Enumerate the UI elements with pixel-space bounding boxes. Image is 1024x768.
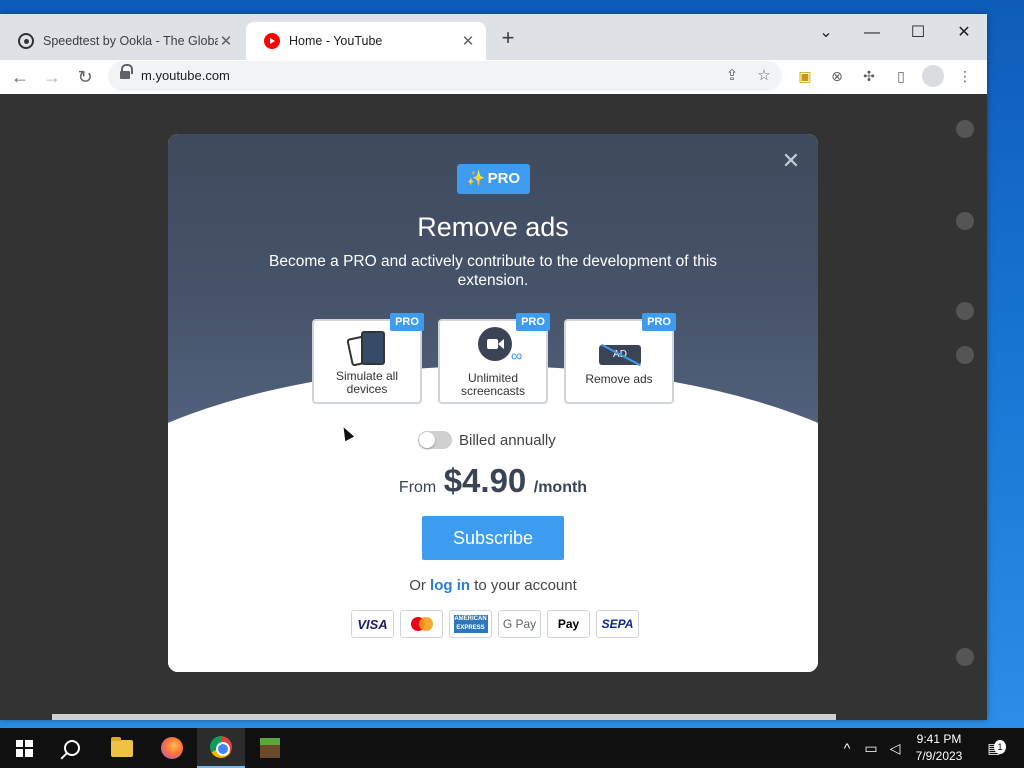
- tab-title: Speedtest by Ookla - The Global: [43, 34, 218, 48]
- video-camera-icon: [478, 327, 512, 361]
- forward-button[interactable]: →: [38, 63, 66, 91]
- firefox-button[interactable]: [148, 728, 196, 768]
- horizontal-scrollbar[interactable]: [52, 714, 836, 720]
- chrome-button[interactable]: [197, 728, 245, 768]
- reload-button[interactable]: ↻: [71, 63, 99, 91]
- tray-overflow-chevron-icon[interactable]: ^: [838, 728, 856, 768]
- toggle-knob: [419, 432, 435, 448]
- billing-label: Billed annually: [459, 432, 556, 449]
- infinity-icon: ∞: [511, 348, 523, 365]
- bookmark-star-icon[interactable]: ☆: [754, 66, 774, 86]
- subscribe-button[interactable]: Subscribe: [422, 516, 564, 560]
- profile-avatar-icon[interactable]: [922, 65, 944, 87]
- extension-1-icon[interactable]: ▣: [794, 65, 816, 87]
- tab-bar: Speedtest by Ookla - The Global ✕ Home -…: [0, 14, 987, 60]
- tab-close-icon[interactable]: ✕: [460, 32, 476, 50]
- url-text[interactable]: m.youtube.com: [141, 68, 230, 83]
- minimize-button[interactable]: —: [849, 18, 895, 48]
- notification-count-badge: 1: [994, 740, 1006, 754]
- pro-tag: PRO: [642, 313, 676, 331]
- chrome-icon: [210, 736, 232, 758]
- mastercard-icon: [400, 610, 443, 638]
- pro-upsell-modal: ✕ ✨ PRO Remove ads Become a PRO and activ…: [168, 134, 818, 672]
- clock-date: 7/9/2023: [915, 749, 963, 763]
- network-icon[interactable]: ▭: [860, 728, 882, 768]
- feature-card-devices: PRO Simulate all devices: [312, 313, 424, 404]
- side-icon-5: [956, 648, 974, 666]
- modal-title: Remove ads: [417, 212, 569, 242]
- no-ads-icon: AD: [599, 345, 641, 365]
- new-tab-button[interactable]: +: [497, 27, 519, 50]
- address-bar[interactable]: m.youtube.com ⇪ ☆: [108, 61, 782, 91]
- modal-close-icon[interactable]: ✕: [780, 150, 802, 172]
- share-icon[interactable]: ⇪: [722, 66, 742, 86]
- login-suffix: to your account: [474, 577, 577, 594]
- side-icon-2: [956, 212, 974, 230]
- tab-speedtest[interactable]: Speedtest by Ookla - The Global ✕: [0, 22, 244, 60]
- folder-icon: [111, 736, 133, 757]
- login-link[interactable]: log in: [430, 577, 470, 594]
- modal-subtitle: Become a PRO and actively contribute to …: [268, 253, 718, 289]
- extension-2-icon[interactable]: ⊗: [826, 65, 848, 87]
- side-icon-3: [956, 302, 974, 320]
- back-button[interactable]: ←: [6, 63, 34, 91]
- feature-label: Remove ads: [585, 372, 653, 386]
- pro-tag: PRO: [390, 313, 424, 331]
- price-period: /month: [533, 479, 588, 496]
- tab-title: Home - YouTube: [289, 34, 383, 48]
- clock-time: 9:41 PM: [916, 732, 962, 746]
- youtube-favicon-icon: [264, 33, 280, 49]
- sepa-icon: SEPA: [596, 610, 639, 638]
- pro-badge: ✨ PRO: [457, 164, 530, 194]
- google-pay-icon: G Pay: [498, 610, 541, 638]
- visa-icon: VISA: [351, 610, 394, 638]
- side-icon-4: [956, 346, 974, 364]
- tab-youtube[interactable]: Home - YouTube ✕: [246, 22, 486, 60]
- login-prefix: Or: [409, 577, 426, 594]
- apple-pay-icon: Pay: [547, 610, 590, 638]
- windows-logo-icon: [15, 739, 33, 757]
- amex-icon: AMERICAN EXPRESS: [449, 610, 492, 638]
- clock[interactable]: 9:41 PM 7/9/2023: [904, 731, 974, 765]
- search-icon: [64, 740, 80, 756]
- minecraft-button[interactable]: [246, 728, 294, 768]
- speedtest-favicon-icon: [18, 33, 34, 49]
- feature-card-remove-ads: PRO AD Remove ads: [564, 313, 676, 404]
- search-button[interactable]: [48, 728, 96, 768]
- feature-label: Simulate all devices: [335, 369, 399, 396]
- start-button[interactable]: [0, 728, 48, 768]
- price-from: From: [398, 479, 437, 496]
- billing-toggle[interactable]: [418, 431, 452, 449]
- volume-muted-icon[interactable]: ◁: [884, 728, 906, 768]
- minecraft-icon: [260, 738, 280, 758]
- price-amount: $4.90: [443, 462, 527, 499]
- side-icon-1: [956, 120, 974, 138]
- tab-close-icon[interactable]: ✕: [218, 32, 234, 50]
- lock-icon[interactable]: [120, 64, 133, 81]
- payment-methods: VISA AMERICAN EXPRESS G Pay Pay SEPA: [351, 610, 639, 638]
- pro-tag: PRO: [516, 313, 550, 331]
- tab-search-button[interactable]: ⌄: [803, 18, 849, 48]
- firefox-icon: [161, 737, 183, 759]
- close-window-button[interactable]: ✕: [941, 18, 987, 48]
- login-prompt: Or log in to your account: [168, 577, 818, 594]
- taskbar: ^ ▭ ◁ 9:41 PM 7/9/2023 ▤ 1: [0, 728, 1024, 768]
- price: From $4.90 /month: [168, 462, 818, 500]
- sparkles-icon: ✨: [466, 170, 486, 187]
- extensions-puzzle-icon[interactable]: ✣: [858, 65, 880, 87]
- side-panel-icon[interactable]: ▯: [890, 65, 912, 87]
- menu-kebab-icon[interactable]: ⋮: [954, 65, 976, 87]
- file-explorer-button[interactable]: [98, 728, 146, 768]
- feature-card-screencasts: PRO ∞ Unlimited screencasts: [438, 313, 550, 404]
- maximize-button[interactable]: ☐: [895, 18, 941, 48]
- browser-toolbar: ← → ↻ m.youtube.com ⇪ ☆ ▣ ⊗ ✣ ▯ ⋮: [0, 60, 987, 94]
- pro-badge-label: PRO: [487, 170, 521, 187]
- devices-icon: [346, 331, 391, 367]
- feature-label: Unlimited screencasts: [460, 371, 526, 398]
